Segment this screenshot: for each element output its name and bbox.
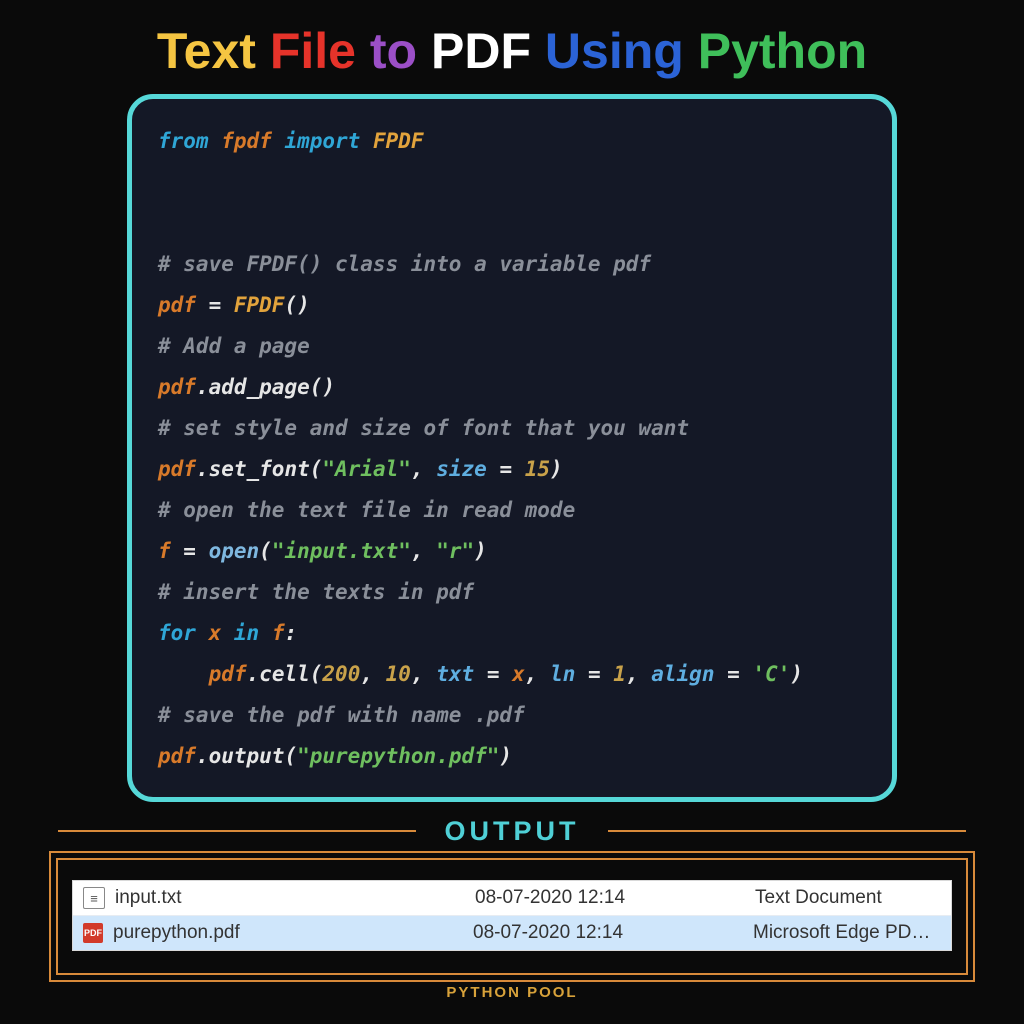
- title-word-2: File: [270, 23, 356, 79]
- file-type: Text Document: [755, 887, 941, 909]
- file-type: Microsoft Edge PD…: [753, 922, 941, 944]
- footer-brand: PYTHON POOL: [0, 984, 1024, 1001]
- output-divider: OUTPUT: [0, 816, 1024, 847]
- title-word-6: Python: [698, 23, 867, 79]
- file-name: input.txt: [115, 887, 475, 909]
- file-list: input.txt 08-07-2020 12:14 Text Document…: [72, 880, 952, 951]
- file-date: 08-07-2020 12:14: [475, 887, 755, 909]
- divider-line-left: [58, 830, 416, 832]
- title-word-3: to: [370, 23, 417, 79]
- file-row[interactable]: PDF purepython.pdf 08-07-2020 12:14 Micr…: [73, 916, 951, 950]
- divider-line-right: [608, 830, 966, 832]
- pdf-file-icon: PDF: [83, 923, 103, 943]
- text-file-icon: [83, 887, 105, 909]
- title-word-4: PDF: [431, 23, 531, 79]
- output-panel-inner: input.txt 08-07-2020 12:14 Text Document…: [56, 858, 968, 975]
- code-block: from fpdf import FPDF # save FPDF() clas…: [158, 121, 884, 777]
- file-name: purepython.pdf: [113, 922, 473, 944]
- output-label: OUTPUT: [427, 816, 598, 847]
- file-date: 08-07-2020 12:14: [473, 922, 753, 944]
- code-card: from fpdf import FPDF # save FPDF() clas…: [127, 94, 897, 802]
- file-row[interactable]: input.txt 08-07-2020 12:14 Text Document: [73, 881, 951, 916]
- page-title: Text File to PDF Using Python: [0, 0, 1024, 80]
- title-word-5: Using: [545, 23, 684, 79]
- output-panel: input.txt 08-07-2020 12:14 Text Document…: [49, 851, 975, 982]
- title-word-1: Text: [157, 23, 256, 79]
